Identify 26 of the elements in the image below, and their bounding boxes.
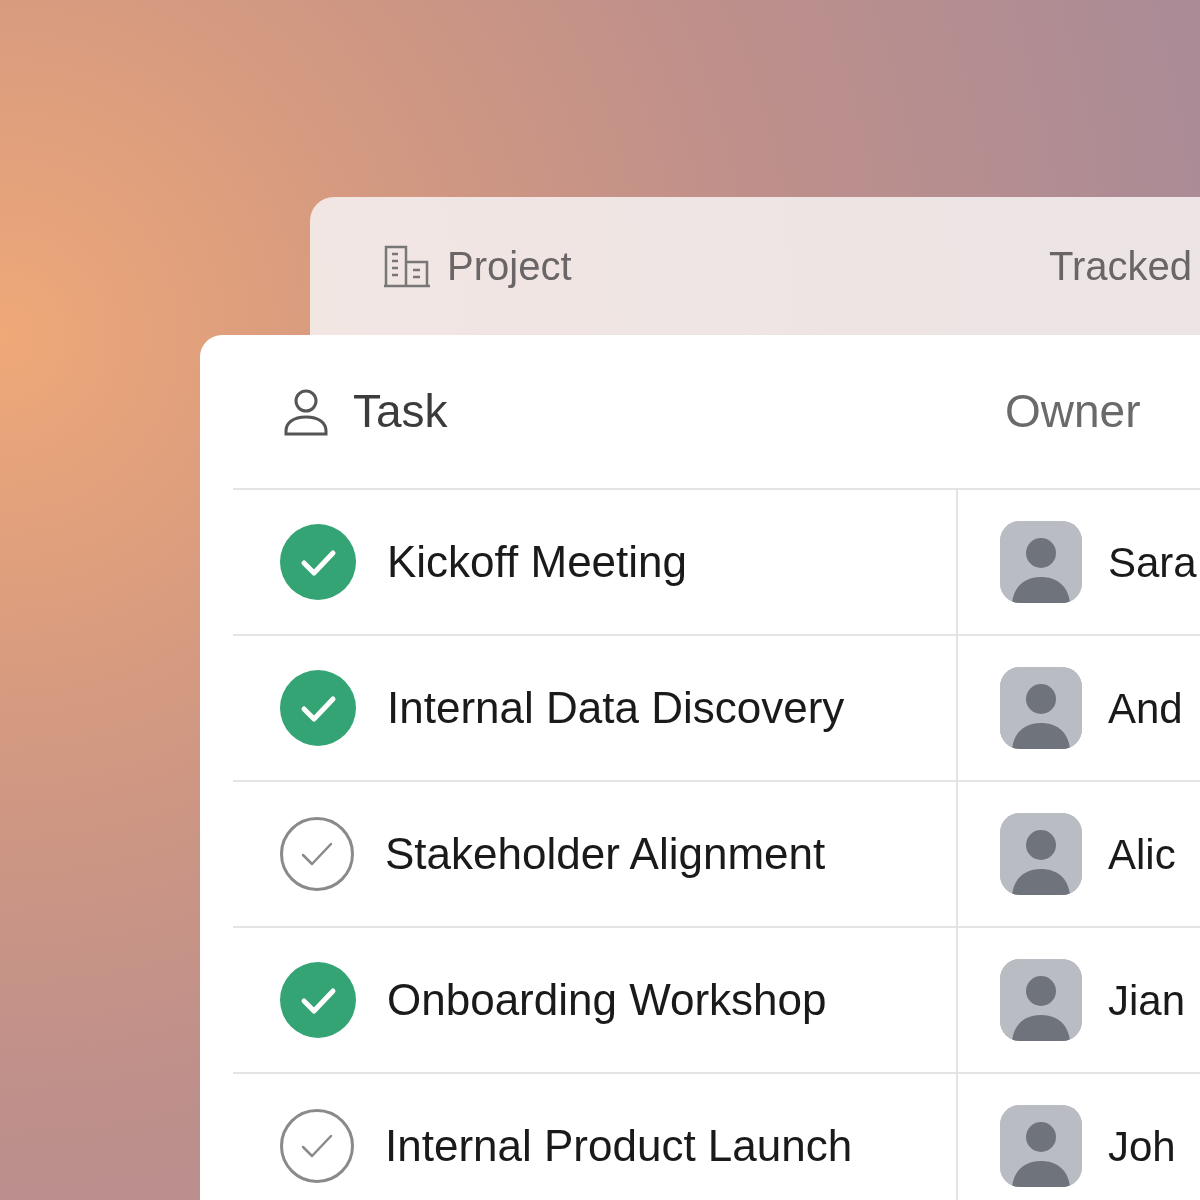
- owner-name: Jian: [1108, 975, 1186, 1026]
- checked-circle-icon[interactable]: [280, 962, 356, 1038]
- column-header: Project: [447, 243, 572, 290]
- column-header: Owner: [1005, 384, 1141, 439]
- avatar-silhouette-icon: [1000, 959, 1082, 1041]
- avatar-silhouette-icon: [1000, 521, 1082, 603]
- task-name: Internal Data Discovery: [387, 682, 845, 734]
- checked-circle-icon[interactable]: [280, 524, 356, 600]
- avatar-silhouette-icon: [1000, 667, 1082, 749]
- avatar-silhouette-icon: [1000, 813, 1082, 895]
- avatar-silhouette-icon: [1000, 1105, 1082, 1187]
- task-name: Stakeholder Alignment: [385, 828, 826, 880]
- unchecked-circle-icon[interactable]: [280, 817, 354, 891]
- owner-name: Alic: [1108, 829, 1176, 880]
- task-name: Internal Product Launch: [385, 1120, 853, 1172]
- owner-name: And: [1108, 683, 1183, 734]
- owner-name: Sara: [1108, 537, 1197, 588]
- person-icon: [283, 387, 329, 436]
- task-name: Kickoff Meeting: [387, 536, 687, 588]
- owner-name: Joh: [1108, 1121, 1176, 1172]
- building-icon: [383, 244, 431, 288]
- column-header: Tracked: [1049, 243, 1193, 290]
- checked-circle-icon[interactable]: [280, 670, 356, 746]
- column-header: Task: [353, 384, 448, 439]
- task-name: Onboarding Workshop: [387, 974, 827, 1026]
- unchecked-circle-icon[interactable]: [280, 1109, 354, 1183]
